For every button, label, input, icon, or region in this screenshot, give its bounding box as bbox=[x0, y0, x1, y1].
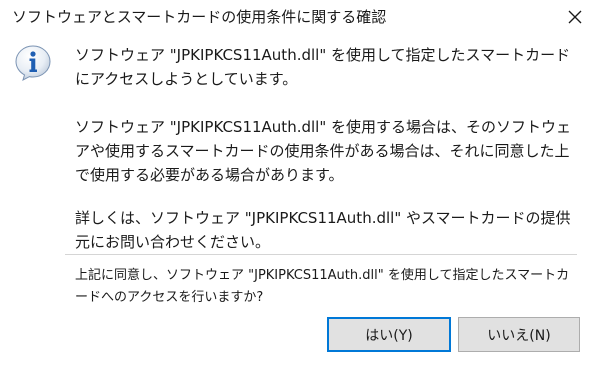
confirmation-question: 上記に同意し、ソフトウェア "JPKIPKCS11Auth.dll" を使用して… bbox=[75, 268, 570, 305]
message-access: ソフトウェア "JPKIPKCS11Auth.dll" を使用して指定したスマー… bbox=[75, 46, 571, 88]
info-icon bbox=[15, 45, 51, 81]
confirmation-dialog: ソフトウェアとスマートカードの使用条件に関する確認 ソフトウェア "JPKIPK… bbox=[0, 0, 598, 370]
close-button[interactable] bbox=[562, 4, 588, 30]
divider bbox=[65, 254, 577, 255]
close-icon bbox=[568, 10, 582, 24]
message-contact: 詳しくは、ソフトウェア "JPKIPKCS11Auth.dll" やスマートカー… bbox=[75, 209, 571, 251]
no-button[interactable]: いいえ(N) bbox=[458, 317, 580, 352]
title-bar: ソフトウェアとスマートカードの使用条件に関する確認 bbox=[0, 0, 598, 34]
yes-button[interactable]: はい(Y) bbox=[327, 317, 451, 352]
dialog-title: ソフトウェアとスマートカードの使用条件に関する確認 bbox=[12, 8, 387, 26]
message-terms: ソフトウェア "JPKIPKCS11Auth.dll" を使用する場合は、そのソ… bbox=[75, 118, 571, 184]
